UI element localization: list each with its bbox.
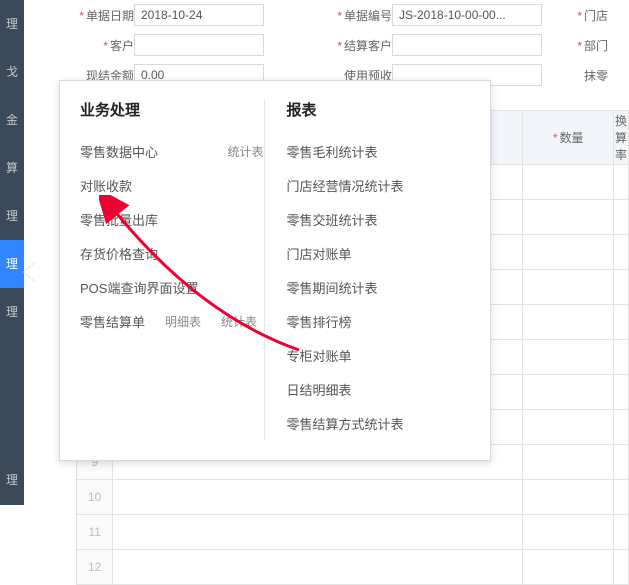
col-header-qty[interactable]: *数量 (523, 111, 614, 165)
grid-cell[interactable] (613, 375, 628, 410)
menu-daily-detail[interactable]: 日结明细表 (287, 372, 471, 406)
field-label: *客户 (24, 37, 134, 54)
menu-period-report[interactable]: 零售期间统计表 (287, 270, 471, 304)
form-area: *单据日期 *单据编号 *门店 *客户 *结算客户 *部门 现结金额 使用预收 … (24, 0, 629, 90)
left-nav: 理 戈 金 算 理 理 理 理 (0, 0, 24, 505)
menu-reconcile-receipt[interactable]: 对账收款 (80, 168, 264, 202)
rownum: 11 (77, 515, 113, 550)
grid-cell[interactable] (613, 410, 628, 445)
grid-cell[interactable] (613, 480, 628, 515)
grid-cell[interactable] (613, 200, 628, 235)
popup-col-reports: 报表 零售毛利统计表 门店经营情况统计表 零售交班统计表 门店对账单 零售期间统… (264, 99, 471, 440)
bill-date-input[interactable] (134, 4, 264, 26)
grid-cell[interactable] (523, 305, 614, 340)
grid-cell[interactable] (523, 165, 614, 200)
menu-shift-report[interactable]: 零售交班统计表 (287, 202, 471, 236)
nav-item-selected[interactable]: 理 (0, 240, 24, 288)
grid-cell[interactable] (113, 480, 523, 515)
menu-sub[interactable]: 统计表 (221, 313, 257, 330)
grid-cell[interactable] (523, 550, 614, 585)
menu-settle-method-report[interactable]: 零售结算方式统计表 (287, 406, 471, 440)
grid-cell[interactable] (523, 515, 614, 550)
grid-cell[interactable] (523, 375, 614, 410)
grid-cell[interactable] (613, 270, 628, 305)
field-label: 抹零 (560, 67, 608, 84)
popup-caption: 业务处理 (80, 99, 264, 120)
grid-cell[interactable] (613, 165, 628, 200)
nav-item[interactable]: 理 (0, 288, 24, 336)
menu-retail-ranking[interactable]: 零售排行榜 (287, 304, 471, 338)
nav-item[interactable]: 理 (0, 456, 24, 504)
col-header-rate[interactable]: 换算率 (613, 111, 628, 165)
settle-customer-input[interactable] (392, 34, 542, 56)
field-label: *部门 (560, 37, 608, 54)
grid-cell[interactable] (113, 550, 523, 585)
menu-stock-price-query[interactable]: 存货价格查询 (80, 236, 264, 270)
field-label: *单据日期 (24, 7, 134, 24)
rownum: 10 (77, 480, 113, 515)
grid-cell[interactable] (613, 515, 628, 550)
grid-cell[interactable] (613, 550, 628, 585)
menu-sub[interactable]: 明细表 (165, 313, 201, 330)
nav-item[interactable]: 理 (0, 0, 24, 48)
bill-no-input[interactable] (392, 4, 542, 26)
grid-cell[interactable] (523, 235, 614, 270)
popup-caption: 报表 (287, 99, 471, 120)
grid-cell[interactable] (523, 480, 614, 515)
menu-retail-batch-out[interactable]: 零售批量出库 (80, 202, 264, 236)
menu-store-operation-report[interactable]: 门店经营情况统计表 (287, 168, 471, 202)
menu-retail-data-center[interactable]: 零售数据中心统计表 (80, 134, 264, 168)
grid-cell[interactable] (523, 200, 614, 235)
field-label: *单据编号 (282, 7, 392, 24)
menu-counter-statement[interactable]: 专柜对账单 (287, 338, 471, 372)
menu-pos-query-ui[interactable]: POS端查询界面设置 (80, 270, 264, 304)
grid-cell[interactable] (523, 410, 614, 445)
grid-cell[interactable] (613, 445, 628, 480)
nav-item[interactable]: 金 (0, 96, 24, 144)
menu-retail-settle-sheet[interactable]: 零售结算单明细表统计表 (80, 304, 264, 338)
grid-cell[interactable] (523, 340, 614, 375)
field-label: *结算客户 (282, 37, 392, 54)
grid-cell[interactable] (613, 305, 628, 340)
menu-gross-profit-report[interactable]: 零售毛利统计表 (287, 134, 471, 168)
grid-cell[interactable] (613, 235, 628, 270)
grid-cell[interactable] (523, 270, 614, 305)
grid-cell[interactable] (523, 445, 614, 480)
grid-cell[interactable] (613, 340, 628, 375)
menu-store-statement[interactable]: 门店对账单 (287, 236, 471, 270)
menu-popup: 业务处理 零售数据中心统计表 对账收款 零售批量出库 存货价格查询 POS端查询… (59, 80, 491, 461)
rownum: 12 (77, 550, 113, 585)
nav-item[interactable]: 理 (0, 192, 24, 240)
menu-sub[interactable]: 统计表 (227, 143, 263, 160)
customer-input[interactable] (134, 34, 264, 56)
nav-item[interactable]: 算 (0, 144, 24, 192)
field-label: *门店 (560, 7, 608, 24)
grid-cell[interactable] (113, 515, 523, 550)
nav-item[interactable]: 戈 (0, 48, 24, 96)
popup-col-business: 业务处理 零售数据中心统计表 对账收款 零售批量出库 存货价格查询 POS端查询… (80, 99, 264, 440)
